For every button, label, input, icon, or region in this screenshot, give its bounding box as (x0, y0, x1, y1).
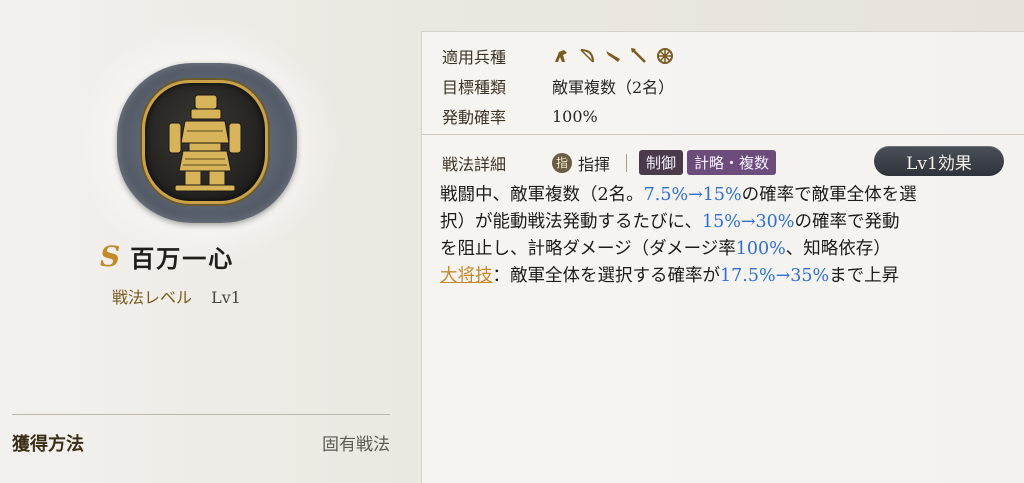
divider (422, 134, 1024, 135)
gun-icon (604, 47, 622, 65)
description-text: の確率で発動 (794, 212, 900, 232)
description-text: の確率で敵軍全体を選 (741, 185, 917, 205)
skill-level-label: 戦法レベル (112, 288, 193, 307)
troop-type-icons (552, 47, 674, 65)
target-type-row: 目標種類 敵軍複数（2名） (442, 74, 674, 98)
description-text: 、知略依存） (785, 239, 891, 259)
skill-level: 戦法レベル Lv1 (112, 284, 241, 308)
acquisition-label: 獲得方法 (12, 434, 84, 455)
spear-icon (630, 47, 648, 65)
general-skill-link[interactable]: 大将技 (440, 266, 493, 286)
activation-rate-label: 発動確率 (442, 108, 507, 127)
description-text: まで上昇 (829, 266, 900, 286)
description-number: 7.5%→15% (643, 185, 742, 205)
target-type-label: 目標種類 (442, 78, 507, 97)
skill-title: S 百万一心 (100, 238, 300, 274)
level-effect-button[interactable]: Lv1効果 (874, 146, 1004, 176)
skill-detail-label: 戦法詳細 (442, 154, 507, 174)
description-text: 択）が能動戦法発動するたびに、 (440, 212, 702, 232)
tag-control: 制御 (639, 150, 684, 175)
description-number: 17.5%→35% (720, 266, 830, 286)
skill-emblem (72, 18, 342, 268)
activation-rate-value: 100% (552, 106, 598, 126)
samurai-armor-icon (142, 80, 268, 204)
divider (12, 414, 390, 415)
skill-detail-panel: 適用兵種 目標種類 敵軍複数（2名） 発動確率 100% 戦法詳細 指 指揮 制… (421, 31, 1024, 483)
cavalry-icon (552, 47, 570, 65)
troop-type-row: 適用兵種 (442, 44, 674, 68)
skill-summary-panel: S 百万一心 戦法レベル Lv1 獲得方法 固有戦法 (0, 0, 410, 482)
description-line: 大将技：敵軍全体を選択する確率が17.5%→35%まで上昇 (440, 263, 1015, 290)
skill-detail-header: 戦法詳細 指 指揮 制御 計略・複数 (442, 150, 780, 175)
command-icon: 指 (552, 152, 572, 173)
skill-rank: S (100, 239, 121, 273)
troop-type-label: 適用兵種 (442, 48, 507, 67)
tag-strategy-multi: 計略・複数 (687, 150, 777, 175)
acquisition-value: 固有戦法 (322, 435, 390, 455)
skill-name: 百万一心 (130, 243, 235, 273)
activation-rate-row: 発動確率 100% (442, 104, 598, 128)
description-text: 戦闘中、敵軍複数（2名。 (440, 185, 644, 205)
description-line: 戦闘中、敵軍複数（2名。7.5%→15%の確率で敵軍全体を選 (440, 182, 1015, 209)
description-line: 択）が能動戦法発動するたびに、15%→30%の確率で発動 (440, 209, 1015, 236)
wheel-icon (656, 47, 674, 65)
bow-icon (578, 47, 596, 65)
target-type-value: 敵軍複数（2名） (552, 78, 675, 97)
separator (626, 153, 628, 172)
skill-type: 指揮 (578, 154, 611, 174)
description-text: ：敵軍全体を選択する確率が (492, 266, 721, 286)
skill-description: 戦闘中、敵軍複数（2名。7.5%→15%の確率で敵軍全体を選 択）が能動戦法発動… (440, 182, 1015, 290)
description-line: を阻止し、計略ダメージ（ダメージ率100%、知略依存） (440, 236, 1015, 263)
description-number: 15%→30% (701, 212, 795, 232)
description-text: を阻止し、計略ダメージ（ダメージ率 (440, 239, 736, 259)
skill-level-value: Lv1 (211, 288, 241, 307)
description-number: 100% (735, 239, 786, 259)
